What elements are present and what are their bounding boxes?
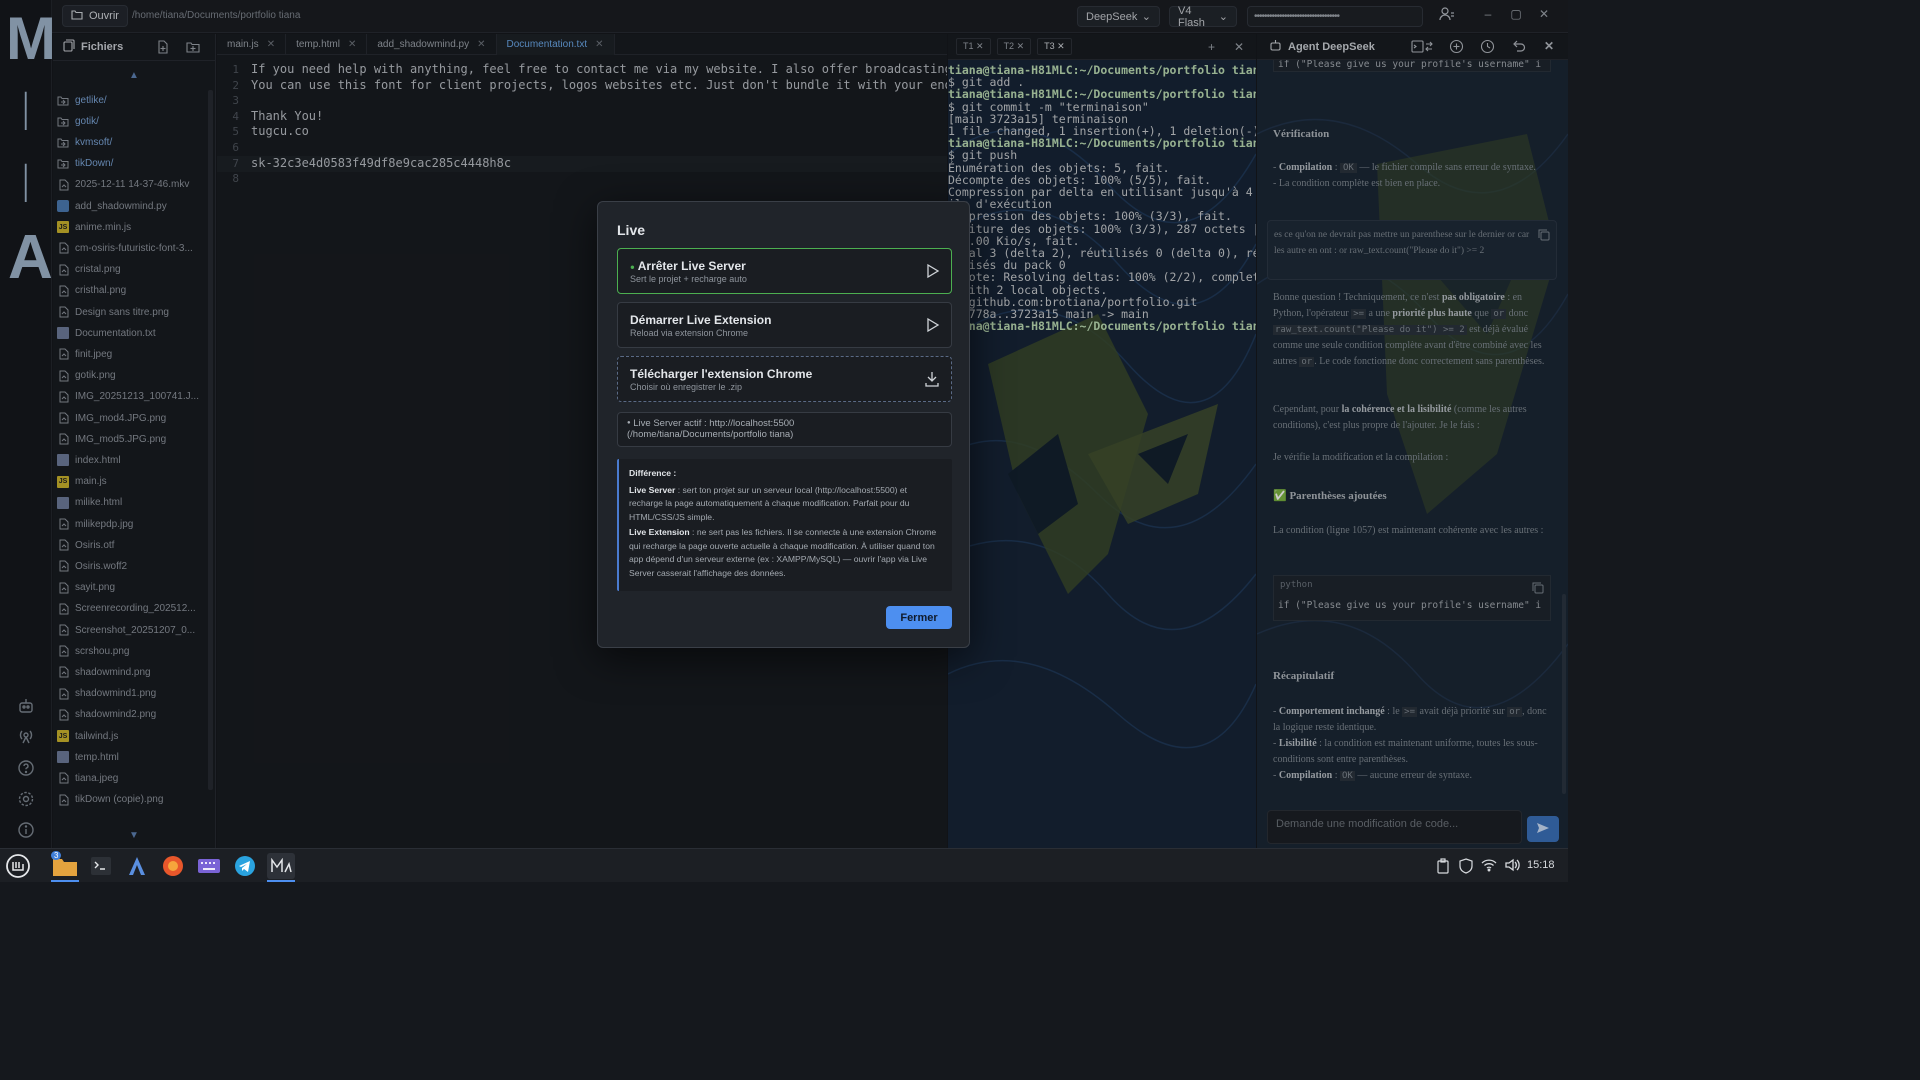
shield-icon[interactable] — [1459, 858, 1475, 874]
system-menu-icon[interactable] — [4, 853, 32, 879]
clipboard-icon[interactable] — [1436, 858, 1452, 874]
stop-live-server-option[interactable]: ● Arrêter Live Server Sert le projet + r… — [617, 248, 952, 294]
status-line: ● Live Server actif : http://localhost:5… — [627, 418, 942, 429]
difference-info: Différence : Live Server : sert ton proj… — [617, 459, 952, 591]
close-dialog-button[interactable]: Fermer — [886, 606, 952, 629]
option-title: Démarrer Live Extension — [630, 313, 772, 327]
start-live-extension-option[interactable]: Démarrer Live Extension Reload via exten… — [617, 302, 952, 348]
file-manager-icon[interactable]: 3 — [51, 851, 79, 879]
live-dialog: Live ● Arrêter Live Server Sert le proje… — [597, 201, 970, 648]
diff-heading: Différence : — [629, 468, 677, 478]
option-subtitle: Choisir où enregistrer le .zip — [630, 382, 743, 392]
server-status-box: ● Live Server actif : http://localhost:5… — [617, 412, 952, 447]
status-text: Live Server actif : http://localhost:550… — [633, 418, 795, 430]
download-extension-option[interactable]: Télécharger l'extension Chrome Choisir o… — [617, 356, 952, 402]
miia-app-icon[interactable] — [267, 853, 295, 879]
option-title: ● Arrêter Live Server — [630, 259, 746, 273]
clock: 15:18 — [1527, 859, 1555, 871]
diff-label: Live Server — [629, 484, 676, 495]
status-dot-icon: ● — [630, 262, 635, 272]
taskbar: 3 15:18 — [0, 848, 1568, 882]
download-icon — [925, 372, 939, 387]
status-dot-icon: ● — [627, 420, 631, 426]
keyboard-app-icon[interactable] — [195, 853, 223, 879]
browser-icon[interactable] — [159, 853, 187, 879]
telegram-icon[interactable] — [231, 853, 259, 879]
option-title: Télécharger l'extension Chrome — [630, 367, 813, 381]
diff-label: Live Extension — [629, 527, 690, 537]
active-app-indicator — [51, 880, 79, 882]
volume-icon[interactable] — [1504, 858, 1520, 874]
dialog-title: Live — [617, 222, 646, 238]
option-title-text: Arrêter Live Server — [637, 259, 746, 273]
play-icon — [927, 263, 940, 279]
play-icon — [927, 317, 940, 333]
wifi-icon[interactable] — [1481, 858, 1497, 874]
option-subtitle: Sert le projet + recharge auto — [630, 274, 747, 284]
terminal-app-icon[interactable] — [87, 853, 115, 879]
active-app-indicator — [267, 880, 295, 882]
option-subtitle: Reload via extension Chrome — [630, 328, 749, 338]
editor-app-icon[interactable] — [123, 853, 151, 879]
status-path: (/home/tiana/Documents/portfolio tiana) — [627, 429, 794, 441]
